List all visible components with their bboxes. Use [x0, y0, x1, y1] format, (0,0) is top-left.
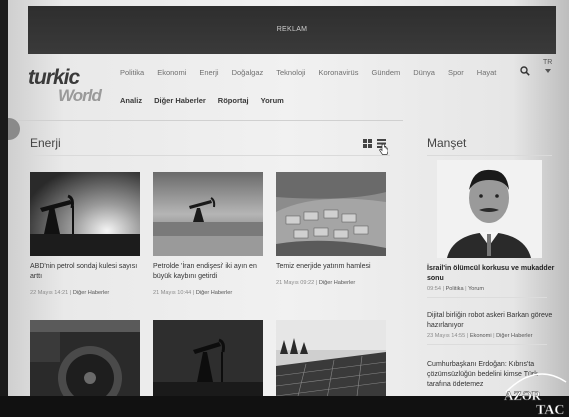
manset-underline [427, 155, 552, 156]
manset-item-date: 09:54 [427, 286, 441, 292]
news-date: 21 Mayıs 10:44 [153, 290, 192, 296]
nav-item-ekonomi[interactable]: Ekonomi [157, 68, 186, 77]
news-thumbnail-oil-pump-sunset[interactable] [30, 172, 140, 256]
primary-nav: Politika Ekonomi Enerji Doğalgaz Teknolo… [120, 68, 509, 77]
news-thumbnail-oil-pump-dusk[interactable] [153, 320, 263, 404]
site-header: turkic World Politika Ekonomi Enerji Doğ… [20, 58, 565, 118]
news-date: 21 Mayıs 09:22 [276, 280, 315, 286]
nav-item-teknoloji[interactable]: Teknoloji [276, 68, 305, 77]
search-icon[interactable] [520, 66, 530, 76]
manset-item-category[interactable]: Ekonomi [470, 333, 492, 339]
news-title[interactable]: Temiz enerjide yatırım hamlesi [276, 262, 388, 272]
monitor-screen: REKLAM turkic World Politika Ekonomi Ene… [8, 0, 569, 417]
nav-item-spor[interactable]: Spor [448, 68, 464, 77]
news-category[interactable]: Diğer Haberler [196, 290, 232, 296]
ad-label: REKLAM [276, 26, 308, 33]
nav-item-yorum[interactable]: Yorum [261, 96, 284, 105]
news-meta: 22 Mayıs 14:21 | Diğer Haberler [30, 290, 110, 296]
nav-item-dunya[interactable]: Dünya [413, 68, 435, 77]
watermark-line1: AZƏR [504, 388, 542, 403]
logo-text-world: World [58, 86, 102, 105]
manset-item[interactable]: Dijital birliğin robot askeri Barkan gör… [427, 311, 555, 345]
ad-banner[interactable]: REKLAM [28, 6, 556, 54]
news-category[interactable]: Diğer Haberler [73, 290, 109, 296]
manset-item-meta: 23 Mayıs 14:55 | Ekonomi | Diğer Haberle… [427, 333, 533, 339]
news-title[interactable]: ABD'nin petrol sondaj kulesi sayısı artt… [30, 262, 142, 281]
manset-item-title[interactable]: İsrail'in ölümcül korkusu ve mukadder so… [427, 264, 555, 284]
news-category[interactable]: Diğer Haberler [319, 280, 355, 286]
agency-watermark: AZƏR TAC [504, 373, 567, 417]
nav-item-dogalgaz[interactable]: Doğalgaz [232, 68, 264, 77]
manset-divider [427, 344, 547, 345]
watermark-line2: TAC [536, 403, 565, 417]
news-meta: 21 Mayıs 10:44 | Diğer Haberler [153, 290, 233, 296]
manset-item-date: 23 Mayıs 14:55 [427, 333, 466, 339]
nav-item-enerji[interactable]: Enerji [199, 68, 218, 77]
manset-item-category[interactable]: Politika [446, 286, 464, 292]
manset-headline-photo[interactable] [437, 160, 542, 258]
news-thumbnail-aerial-solar-site[interactable] [276, 172, 386, 256]
manset-item-title[interactable]: Dijital birliğin robot askeri Barkan gör… [427, 311, 555, 331]
nav-item-gundem[interactable]: Gündem [371, 68, 400, 77]
manset-item[interactable]: İsrail'in ölümcül korkusu ve mukadder so… [427, 264, 555, 298]
manset-item-category-2[interactable]: Diğer Haberler [496, 333, 532, 339]
news-thumbnail-oil-pump-field[interactable] [153, 172, 263, 256]
manset-item-meta: 09:54 | Politika | Yorum [427, 286, 485, 292]
news-thumbnail-turbine-engine[interactable] [30, 320, 140, 404]
side-scroll-tab[interactable] [8, 118, 20, 140]
news-meta: 21 Mayıs 09:22 | Diğer Haberler [276, 280, 356, 286]
nav-item-analiz[interactable]: Analiz [120, 96, 142, 105]
manset-divider [427, 297, 547, 298]
nav-item-koronavirus[interactable]: Koronavirüs [318, 68, 358, 77]
header-divider [18, 120, 403, 121]
language-selector[interactable]: TR [543, 59, 552, 73]
manset-section-title: Manşet [427, 136, 467, 150]
news-thumbnail-solar-panels[interactable] [276, 320, 386, 404]
nav-item-roportaj[interactable]: Röportaj [218, 96, 249, 105]
nav-item-hayat[interactable]: Hayat [477, 68, 497, 77]
section-underline [30, 155, 390, 156]
chevron-down-icon [544, 69, 551, 73]
site-logo[interactable]: turkic World [28, 66, 102, 108]
language-label: TR [543, 59, 553, 66]
nav-item-diger-haberler[interactable]: Diğer Haberler [154, 96, 206, 105]
secondary-nav: Analiz Diğer Haberler Röportaj Yorum [120, 96, 296, 105]
manset-item-category-2[interactable]: Yorum [468, 286, 484, 292]
monitor-bezel [0, 396, 569, 417]
news-title[interactable]: Petrolde 'İran endişesi' iki ayın en büy… [153, 262, 265, 281]
grid-view-icon[interactable] [363, 139, 372, 148]
nav-item-politika[interactable]: Politika [120, 68, 144, 77]
news-date: 22 Mayıs 14:21 [30, 290, 69, 296]
section-title: Enerji [30, 136, 61, 150]
